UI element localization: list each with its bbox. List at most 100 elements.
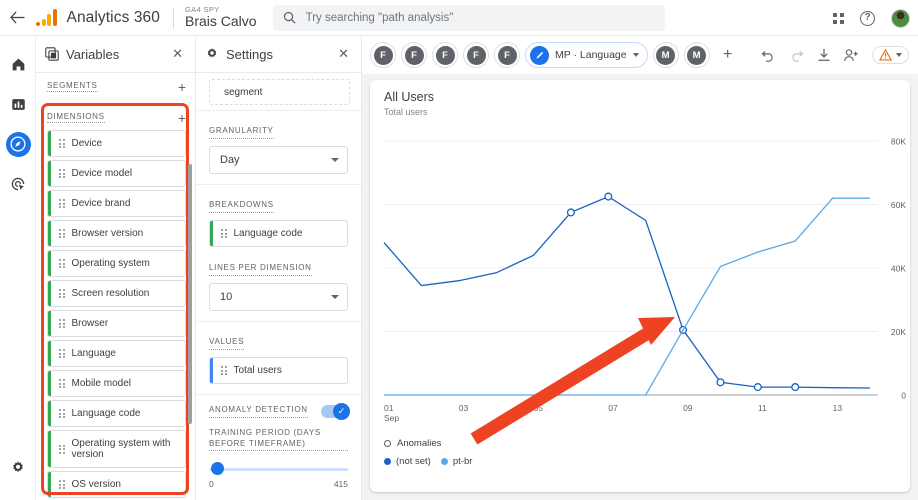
tab-f-4[interactable]: F [463, 42, 489, 68]
drag-handle-icon[interactable] [59, 139, 65, 148]
breakdown-chip[interactable]: Language code [209, 220, 348, 247]
value-chip[interactable]: Total users [209, 357, 348, 384]
add-tab-button[interactable]: + [714, 42, 741, 68]
svg-text:03: 03 [459, 403, 469, 413]
add-segment-plus-icon[interactable]: + [178, 80, 186, 94]
pencil-icon [530, 45, 549, 65]
drag-handle-icon[interactable] [59, 289, 65, 298]
tab-m-1[interactable]: M [652, 42, 679, 68]
drag-handle-icon[interactable] [221, 229, 227, 238]
drag-handle-icon[interactable] [59, 409, 65, 418]
rail-item-explore[interactable] [0, 124, 36, 164]
toolbar-actions [761, 46, 909, 64]
variables-icon [45, 47, 59, 61]
download-icon[interactable] [817, 48, 831, 62]
dimension-chip[interactable]: Screen resolution [47, 280, 186, 307]
drag-handle-icon[interactable] [59, 199, 65, 208]
dimension-chip[interactable]: OS version [47, 471, 186, 498]
chevron-down-icon[interactable] [632, 53, 639, 57]
legend-series: (not set) pt-br [384, 456, 472, 467]
granularity-block: GRANULARITY Day [196, 111, 361, 185]
rail-item-home[interactable] [0, 44, 36, 84]
dimension-chip[interactable]: Operating system with version [47, 430, 186, 468]
lines-per-dimension-select[interactable]: 10 [209, 283, 348, 311]
redo-icon[interactable] [789, 49, 804, 62]
segment-dropzone[interactable]: segment [209, 79, 350, 105]
main-content: F F F F F MP · Language M M + All Users … [362, 36, 918, 500]
line-chart[interactable]: 0 20K 40K 60K 80K 01 03 05 07 09 11 13 Sep [370, 117, 910, 457]
tab-m-2[interactable]: M [683, 42, 710, 68]
add-dimension-plus-icon[interactable]: + [178, 111, 186, 125]
property-name: Brais Calvo [185, 13, 257, 30]
legend-item-series-1[interactable]: pt-br [440, 456, 472, 467]
apps-grid-icon[interactable] [833, 12, 844, 24]
drag-handle-icon[interactable] [59, 480, 65, 489]
rail-item-admin[interactable] [0, 448, 36, 488]
chevron-down-icon [331, 295, 339, 299]
tab-mp-language[interactable]: MP · Language [525, 42, 648, 68]
dimension-chip[interactable]: Device [47, 130, 186, 157]
tab-f-2[interactable]: F [401, 42, 427, 68]
rail-item-reports[interactable] [0, 84, 36, 124]
dimension-chip[interactable]: Browser version [47, 220, 186, 247]
close-icon[interactable]: ✕ [335, 44, 352, 64]
tab-avatar: F [435, 45, 455, 65]
anomaly-detection-row: ANOMALY DETECTION [209, 402, 350, 420]
tab-bar: F F F F F MP · Language M M + [362, 36, 918, 74]
left-nav-rail [0, 36, 36, 500]
analytics-logo-icon [36, 9, 57, 26]
legend-item-series-0[interactable]: (not set) [384, 456, 431, 467]
svg-text:20K: 20K [891, 327, 906, 337]
anomaly-detection-toggle[interactable] [321, 402, 350, 420]
variables-scrollbar[interactable] [188, 164, 192, 424]
dimension-chip[interactable]: Device model [47, 160, 186, 187]
rail-item-advertising[interactable] [0, 164, 36, 204]
legend-anomalies[interactable]: Anomalies [384, 438, 472, 449]
drag-handle-icon[interactable] [59, 444, 65, 454]
drag-handle-icon[interactable] [59, 319, 65, 328]
add-tab-label: + [722, 46, 733, 63]
dimension-label: Device [71, 137, 103, 149]
tab-label: MP · Language [555, 49, 627, 61]
tab-f-5[interactable]: F [494, 42, 520, 68]
undo-icon[interactable] [761, 49, 776, 62]
dimension-chip[interactable]: Language [47, 340, 186, 367]
legend-dot [440, 458, 448, 465]
breakdowns-block: BREAKDOWNS Language code LINES PER DIMEN… [196, 185, 361, 322]
drag-handle-icon[interactable] [59, 379, 65, 388]
drag-handle-icon[interactable] [59, 349, 65, 358]
values-block: VALUES Total users [196, 322, 361, 395]
drag-handle-icon[interactable] [221, 366, 227, 375]
lines-per-dimension-value: 10 [220, 291, 233, 303]
property-selector[interactable]: GA4 SPY Brais Calvo [185, 6, 257, 29]
dimension-chip[interactable]: Language code [47, 400, 186, 427]
brand-title: Analytics 360 [66, 8, 160, 26]
avatar[interactable] [891, 8, 910, 28]
svg-text:01: 01 [384, 403, 394, 413]
top-header: Analytics 360 GA4 SPY Brais Calvo Try se… [0, 0, 918, 36]
share-user-icon[interactable] [844, 48, 859, 62]
svg-text:40K: 40K [891, 264, 906, 274]
dimension-chip[interactable]: Operating system [47, 250, 186, 277]
back-button[interactable] [0, 0, 34, 36]
dimension-label: Language code [71, 407, 141, 419]
tab-avatar: F [466, 45, 486, 65]
slider-knob[interactable] [211, 462, 224, 475]
granularity-select[interactable]: Day [209, 146, 348, 174]
settings-panel-header: Settings ✕ [196, 36, 361, 73]
search-input[interactable]: Try searching "path analysis" [272, 4, 665, 31]
dimension-chip[interactable]: Mobile model [47, 370, 186, 397]
dimension-chip[interactable]: Device brand [47, 190, 186, 217]
drag-handle-icon[interactable] [59, 259, 65, 268]
training-period-slider[interactable] [209, 462, 348, 476]
drag-handle-icon[interactable] [59, 169, 65, 178]
warning-status-button[interactable] [872, 46, 909, 64]
tab-avatar: M [687, 45, 707, 65]
help-circle-icon[interactable]: ? [860, 10, 875, 26]
drag-handle-icon[interactable] [59, 229, 65, 238]
close-icon[interactable]: ✕ [169, 44, 186, 64]
tab-f-3[interactable]: F [432, 42, 458, 68]
dimension-label: Operating system with version [71, 437, 171, 461]
dimension-chip[interactable]: Browser [47, 310, 186, 337]
tab-f-1[interactable]: F [370, 42, 396, 68]
